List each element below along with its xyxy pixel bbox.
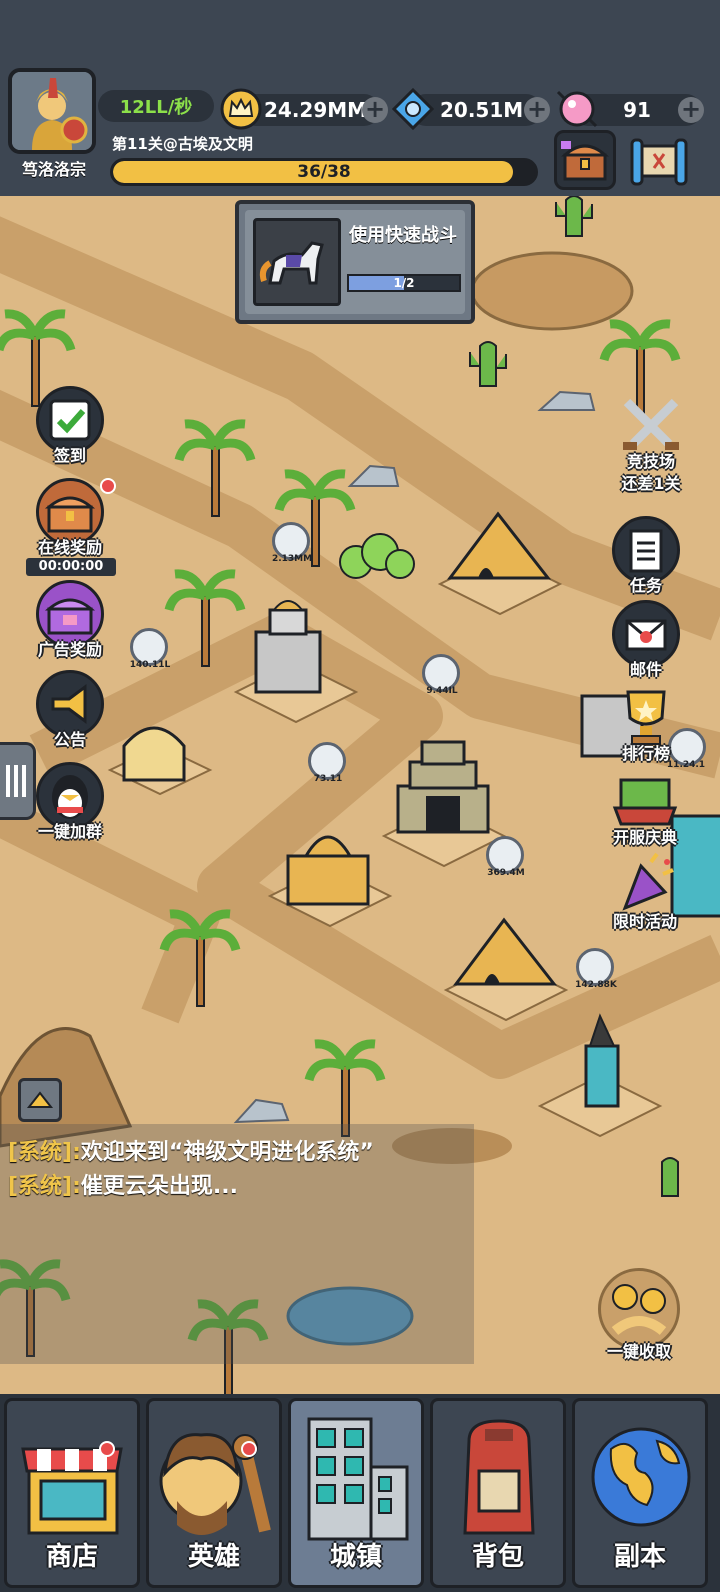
- player-avatar[interactable]: [8, 68, 96, 154]
- collect-all-label: 一键收取: [606, 1342, 671, 1361]
- ad-reward-button[interactable]: 广告奖励: [32, 580, 108, 660]
- ad-reward-label: 广告奖励: [37, 640, 102, 659]
- sign-in-label: 签到: [53, 446, 86, 465]
- arena-label: 竞技场: [626, 452, 675, 471]
- chat-message: [系统]:欢迎来到“神级文明进化系统”: [8, 1134, 374, 1166]
- candy-icon: [556, 90, 598, 128]
- chat-panel[interactable]: [系统]:欢迎来到“神级文明进化系统” [系统]:催更云朵出现...: [0, 1124, 474, 1364]
- level-progress-bar: 36/38: [110, 158, 538, 186]
- level-progress-text: 36/38: [297, 162, 351, 182]
- quest-task-card[interactable]: 使用快速战斗 1/2: [235, 200, 475, 324]
- online-reward-timer: 00:00:00: [26, 558, 116, 576]
- globe-icon: [591, 1427, 691, 1527]
- crown-value: 24.29MM: [264, 98, 368, 122]
- city-building-icon: [307, 1417, 409, 1541]
- treasure-chest-icon: [36, 478, 104, 546]
- quest-button[interactable]: 任务: [606, 516, 686, 596]
- party-popper-icon: [611, 852, 679, 920]
- chat-tag: [系统]:: [8, 1140, 81, 1165]
- ranking-label: 排行榜: [621, 744, 670, 763]
- tab-bag-label: 背包: [471, 1542, 524, 1572]
- tab-heroes[interactable]: 英雄: [146, 1398, 282, 1588]
- horse-icon: [253, 218, 341, 306]
- ranking-button[interactable]: 排行榜: [606, 684, 686, 764]
- tab-shop[interactable]: 商店: [4, 1398, 140, 1588]
- limited-event-label: 限时活动: [612, 912, 677, 931]
- expand-chat-button[interactable]: [18, 1078, 62, 1122]
- notice-button[interactable]: 公告: [32, 670, 108, 750]
- collect-crowns-icon: [598, 1268, 680, 1350]
- trophy-icon: [612, 684, 680, 752]
- gem-value: 20.51M: [440, 98, 524, 122]
- mail-label: 邮件: [629, 660, 662, 679]
- task-title: 使用快速战斗: [349, 225, 457, 246]
- level-label: 第11关@古埃及文明: [112, 135, 253, 153]
- join-group-label: 一键加群: [37, 822, 102, 841]
- tab-dungeon-label: 副本: [613, 1542, 666, 1572]
- limited-event-button[interactable]: 限时活动: [600, 852, 690, 932]
- player-name: 笃洛洛宗: [21, 160, 86, 179]
- quest-label: 任务: [629, 576, 662, 595]
- map-scroll-button[interactable]: [628, 134, 690, 188]
- crown-icon: [220, 88, 262, 130]
- clipboard-icon: [612, 516, 680, 584]
- building-value: 140.11L: [129, 660, 171, 670]
- chat-text: 欢迎来到“神级文明进化系统”: [80, 1140, 374, 1165]
- task-progress-bar: 1/2: [347, 274, 461, 292]
- tab-dungeon[interactable]: 副本: [572, 1398, 708, 1588]
- tab-bag[interactable]: 背包: [430, 1398, 566, 1588]
- penguin-icon: [36, 762, 104, 830]
- ad-chest-icon: [36, 580, 104, 648]
- building-value: 2.13MM: [271, 554, 313, 564]
- tab-town[interactable]: 城镇: [288, 1398, 424, 1588]
- chat-text: 催更云朵出现...: [80, 1174, 238, 1199]
- sign-in-button[interactable]: 签到: [32, 386, 108, 466]
- megaphone-icon: [36, 670, 104, 738]
- online-reward-button[interactable]: 在线奖励: [32, 478, 108, 558]
- task-progress-text: 1/2: [393, 276, 415, 290]
- building-value: 9.44IL: [426, 686, 458, 696]
- celebration-button[interactable]: 开服庆典: [600, 768, 690, 848]
- candy-value: 91: [623, 98, 651, 122]
- gem-icon: [392, 88, 434, 130]
- income-rate: 12LL/秒: [98, 90, 214, 122]
- building-value: 73.11: [313, 774, 343, 784]
- envelope-icon: [612, 600, 680, 668]
- tab-shop-label: 商店: [45, 1542, 98, 1572]
- calendar-check-icon: [36, 386, 104, 454]
- treasure-chest-button[interactable]: [554, 130, 616, 190]
- bottom-navigation: 商店 英雄 城镇 背包 副本: [0, 1394, 720, 1592]
- chat-message: [系统]:催更云朵出现...: [8, 1168, 238, 1200]
- side-drawer-handle[interactable]: [0, 742, 36, 820]
- map-banner-icon: [611, 768, 679, 836]
- online-reward-notification-dot: [100, 478, 116, 494]
- tab-town-label: 城镇: [329, 1542, 382, 1572]
- add-candy-button[interactable]: +: [678, 97, 704, 123]
- crossed-swords-icon: [617, 392, 685, 460]
- chat-tag: [系统]:: [8, 1174, 81, 1199]
- heroes-notification-dot: [241, 1441, 257, 1457]
- add-crown-button[interactable]: +: [362, 97, 388, 123]
- notice-label: 公告: [53, 730, 86, 749]
- add-gem-button[interactable]: +: [524, 97, 550, 123]
- shop-notification-dot: [99, 1441, 115, 1457]
- collect-all-button[interactable]: 一键收取: [594, 1268, 684, 1362]
- building-value: 369.4M: [487, 868, 525, 878]
- tab-heroes-label: 英雄: [187, 1542, 240, 1572]
- backpack-icon: [463, 1419, 535, 1535]
- arena-button[interactable]: 竞技场 还差1关: [606, 392, 696, 494]
- celebration-label: 开服庆典: [612, 828, 677, 847]
- join-group-button[interactable]: 一键加群: [32, 762, 108, 842]
- caveman-icon: [159, 1433, 271, 1535]
- shop-icon: [21, 1447, 123, 1535]
- mail-button[interactable]: 邮件: [606, 600, 686, 680]
- arena-sub-label: 还差1关: [621, 474, 681, 493]
- online-reward-label: 在线奖励: [37, 538, 102, 557]
- building-value: 142.88K: [575, 980, 617, 990]
